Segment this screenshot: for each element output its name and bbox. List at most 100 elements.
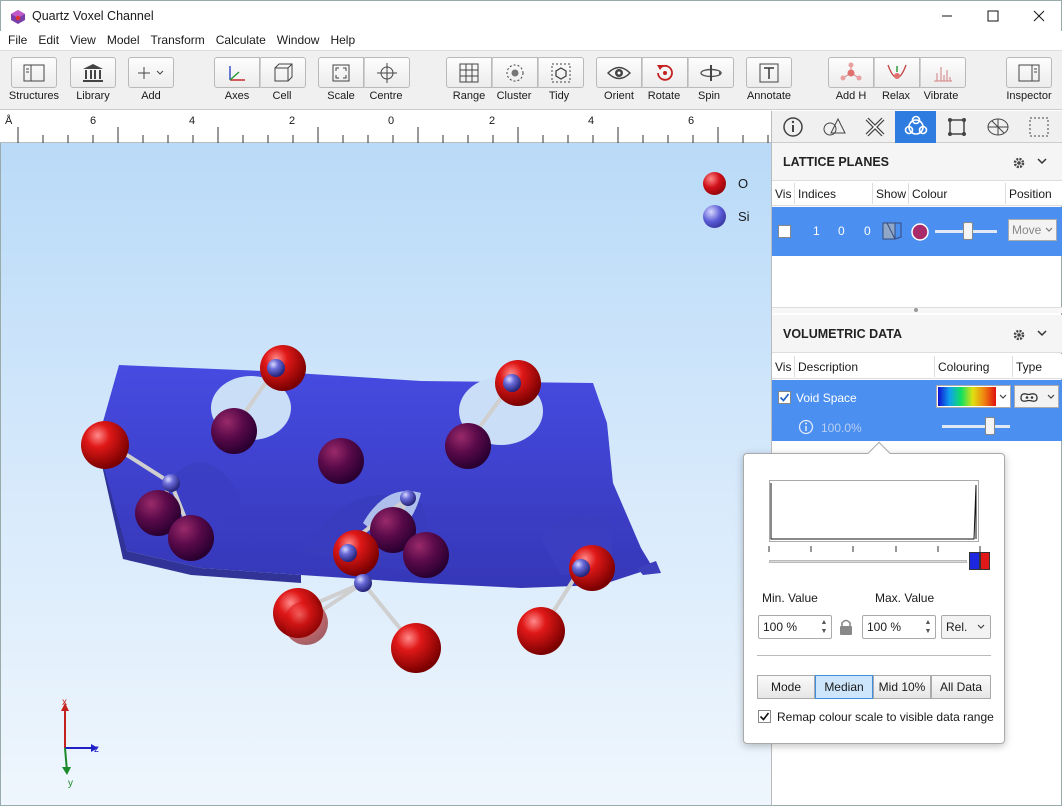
spin-label: Spin: [697, 90, 721, 102]
tab-selection[interactable]: [1018, 111, 1059, 143]
title-bar: Quartz Voxel Channel: [0, 0, 1062, 31]
minimize-button[interactable]: [924, 1, 970, 31]
close-button[interactable]: [1016, 1, 1062, 31]
rotate-button[interactable]: [642, 57, 688, 88]
lattice-plane-row[interactable]: 1 0 0 Move: [772, 207, 1062, 256]
relative-select[interactable]: Rel.: [941, 615, 991, 639]
void-space-label[interactable]: Void Space: [796, 391, 857, 405]
void-space-checkbox[interactable]: [778, 391, 791, 404]
tab-bonds[interactable]: [854, 111, 895, 143]
median-button[interactable]: Median: [815, 675, 873, 699]
volumetric-column-header: Vis Description Colouring Type: [772, 354, 1062, 379]
range-button[interactable]: [446, 57, 492, 88]
axes-button[interactable]: [214, 57, 260, 88]
histogram: [769, 480, 979, 542]
menu-model[interactable]: Model: [103, 31, 144, 50]
legend-item: Si: [703, 200, 750, 233]
maximize-icon: [987, 10, 999, 22]
max-value-input[interactable]: 100 % ▲ ▼: [862, 615, 936, 639]
tab-shapes[interactable]: [813, 111, 854, 143]
position-select[interactable]: Move: [1008, 219, 1057, 241]
max-handle[interactable]: [980, 552, 990, 570]
addh-button[interactable]: [828, 57, 874, 88]
splitter[interactable]: [772, 307, 1062, 313]
lattice-column-header: Vis Indices Show Colour Position: [772, 181, 1062, 206]
menu-window[interactable]: Window: [273, 31, 324, 50]
colouring-select[interactable]: [936, 385, 1011, 408]
structures-group: [11, 57, 57, 88]
spin-arrows[interactable]: ▲ ▼: [923, 618, 933, 636]
plane-show-icon[interactable]: [881, 221, 903, 241]
menu-help[interactable]: Help: [326, 31, 359, 50]
structure-viewport[interactable]: x z y O Si: [0, 143, 771, 806]
index-l[interactable]: 0: [864, 224, 871, 238]
menu-file[interactable]: File: [4, 31, 31, 50]
mode-button[interactable]: Mode: [757, 675, 815, 699]
tab-info[interactable]: [772, 111, 813, 143]
chevron-down-icon: [1045, 227, 1053, 232]
chevron-down-icon[interactable]: [1036, 155, 1048, 167]
volumetric-row[interactable]: Void Space 100.0%: [772, 380, 1062, 441]
opacity-thumb[interactable]: [985, 417, 995, 435]
remap-label[interactable]: Remap colour scale to visible data range: [777, 710, 994, 724]
gear-icon[interactable]: [1012, 156, 1026, 170]
opacity-track[interactable]: [942, 425, 1010, 428]
index-k[interactable]: 0: [838, 224, 845, 238]
text-icon: [759, 63, 779, 82]
gear-icon[interactable]: [1012, 328, 1026, 342]
min-value-input[interactable]: 100 % ▲ ▼: [758, 615, 832, 639]
vibrate-button[interactable]: [920, 57, 966, 88]
tab-cell[interactable]: [936, 111, 977, 143]
legend-label: O: [738, 176, 749, 191]
add-plus-icon: [138, 66, 164, 79]
orient-button[interactable]: [596, 57, 642, 88]
centre-button[interactable]: [364, 57, 410, 88]
cell-button[interactable]: [260, 57, 306, 88]
spin-button[interactable]: [688, 57, 734, 88]
annotate-button[interactable]: [746, 57, 792, 88]
index-h[interactable]: 1: [813, 224, 820, 238]
all-data-button[interactable]: All Data: [931, 675, 991, 699]
tab-surfaces[interactable]: [895, 111, 936, 143]
inspector-button[interactable]: [1006, 57, 1052, 88]
menu-transform[interactable]: Transform: [147, 31, 209, 50]
plane-opacity-thumb[interactable]: [963, 222, 973, 240]
structures-button[interactable]: [11, 57, 57, 88]
tab-slab[interactable]: [977, 111, 1018, 143]
range-popup: Min. Value Max. Value 100 % ▲ ▼ 100 % ▲ ▼ …: [743, 441, 1005, 744]
min-handle[interactable]: [969, 552, 980, 570]
menu-view[interactable]: View: [66, 31, 100, 50]
column-vis: Vis: [775, 360, 792, 374]
spin-arrows[interactable]: ▲ ▼: [819, 618, 829, 636]
structure-render[interactable]: x z y: [1, 143, 771, 806]
info-icon[interactable]: [798, 419, 814, 435]
remap-checkbox[interactable]: [758, 710, 771, 723]
axis-x-label: x: [62, 697, 67, 708]
volumetric-data-header[interactable]: VOLUMETRIC DATA: [772, 315, 1062, 353]
lattice-vis-checkbox[interactable]: [778, 225, 791, 238]
mid-10-button[interactable]: Mid 10%: [873, 675, 931, 699]
addh-relax-vibrate-group: [828, 57, 966, 88]
cluster-button[interactable]: [492, 57, 538, 88]
type-select[interactable]: [1014, 385, 1059, 408]
ruler-label: 2: [489, 115, 496, 127]
ruler-label: 0: [388, 115, 395, 127]
lock-icon[interactable]: [838, 618, 854, 636]
range-slider-track[interactable]: [769, 560, 967, 563]
tidy-button[interactable]: [538, 57, 584, 88]
menu-bar: File Edit View Model Transform Calculate…: [0, 31, 1062, 50]
relax-button[interactable]: [874, 57, 920, 88]
maximize-button[interactable]: [970, 1, 1016, 31]
scale-button[interactable]: [318, 57, 364, 88]
menu-edit[interactable]: Edit: [34, 31, 63, 50]
lattice-planes-header[interactable]: LATTICE PLANES: [772, 143, 1062, 181]
add-button[interactable]: [128, 57, 174, 88]
inspector-group: [1006, 57, 1052, 88]
menu-calculate[interactable]: Calculate: [212, 31, 270, 50]
scale-icon: [332, 64, 350, 81]
add-label: Add: [141, 90, 161, 102]
plane-colour-swatch[interactable]: [910, 222, 930, 242]
panel-tabs: [772, 111, 1062, 143]
library-button[interactable]: [70, 57, 116, 88]
chevron-down-icon[interactable]: [1036, 327, 1048, 339]
